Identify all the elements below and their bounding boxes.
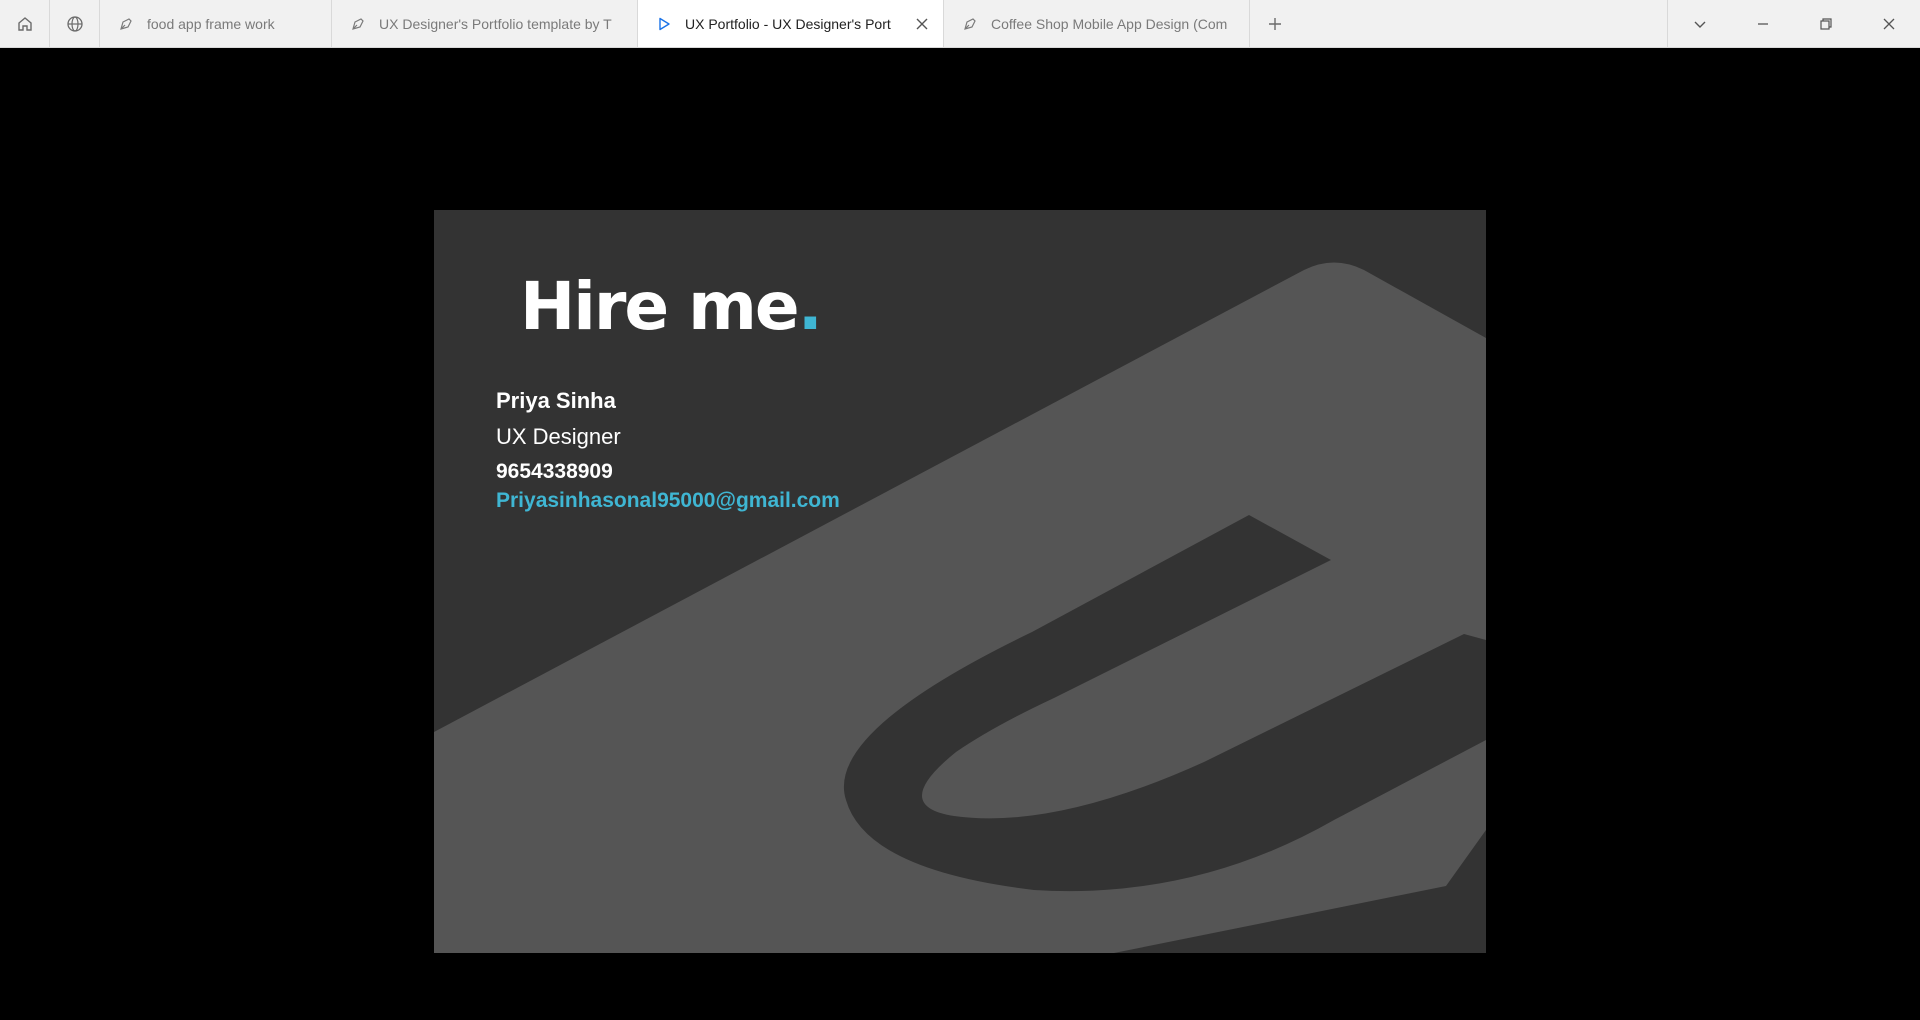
- close-icon: [1883, 18, 1894, 29]
- slide-title: Hire me.: [520, 274, 823, 340]
- tab-list-button[interactable]: [1668, 0, 1731, 47]
- tab-label: UX Designer's Portfolio template by T: [379, 15, 612, 32]
- contact-role: UX Designer: [496, 424, 621, 449]
- close-window-button[interactable]: [1857, 0, 1920, 47]
- new-tab-button[interactable]: [1250, 0, 1300, 47]
- figma-pen-icon: [117, 15, 135, 33]
- tab-label: food app frame work: [147, 15, 275, 32]
- figma-pen-icon: [349, 15, 367, 33]
- tab-ux-portfolio-template[interactable]: UX Designer's Portfolio template by T: [332, 0, 638, 47]
- home-icon: [17, 16, 32, 31]
- title-accent-dot: .: [797, 268, 823, 345]
- tab-label: Coffee Shop Mobile App Design (Com: [991, 15, 1228, 32]
- community-button[interactable]: [50, 0, 100, 47]
- tab-bar: food app frame work UX Designer's Portfo…: [0, 0, 1920, 48]
- tab-ux-portfolio-prototype[interactable]: UX Portfolio - UX Designer's Port: [638, 0, 944, 47]
- chevron-down-icon: [1694, 21, 1705, 28]
- close-tab-icon[interactable]: [913, 15, 931, 33]
- tab-coffee-shop-app[interactable]: Coffee Shop Mobile App Design (Com: [944, 0, 1250, 47]
- contact-name: Priya Sinha: [496, 388, 616, 413]
- restore-button[interactable]: [1794, 0, 1857, 47]
- restore-icon: [1819, 17, 1832, 30]
- plus-icon: [1269, 17, 1281, 30]
- globe-icon: [66, 15, 83, 32]
- tab-label: UX Portfolio - UX Designer's Port: [685, 15, 891, 32]
- contact-email[interactable]: Priyasinhasonal95000@gmail.com: [496, 489, 840, 513]
- home-button[interactable]: [0, 0, 50, 47]
- slide-title-text: Hire me: [520, 268, 800, 345]
- figma-pen-icon: [961, 15, 979, 33]
- minimize-button[interactable]: [1731, 0, 1794, 47]
- tabbar-drag-area[interactable]: [1300, 0, 1668, 47]
- contact-phone: 9654338909: [496, 460, 613, 483]
- hire-me-slide[interactable]: Hire me. Priya Sinha UX Designer 9654338…: [434, 210, 1486, 953]
- play-icon: [655, 15, 673, 33]
- minimize-icon: [1757, 22, 1768, 25]
- prototype-viewport[interactable]: Hire me. Priya Sinha UX Designer 9654338…: [0, 48, 1920, 1020]
- tab-food-app-frame-work[interactable]: food app frame work: [100, 0, 332, 47]
